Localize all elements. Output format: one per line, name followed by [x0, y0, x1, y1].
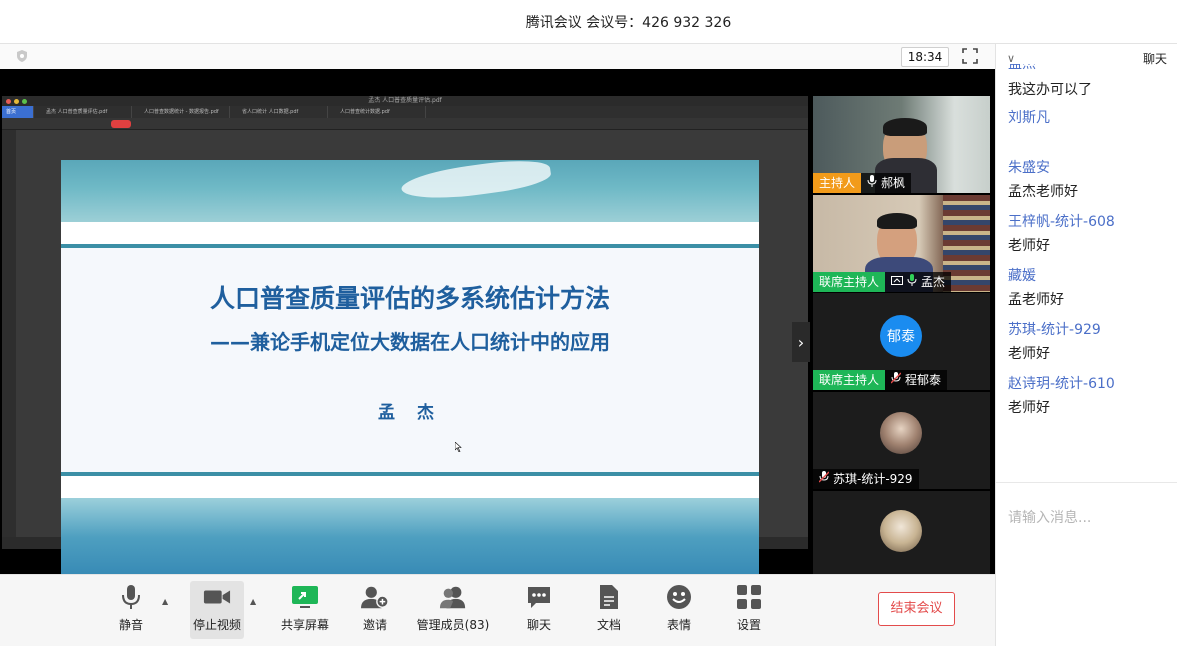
chat-sender: 刘斯凡	[1008, 110, 1050, 126]
window-title: 腾讯会议 会议号：426 932 326	[525, 14, 732, 31]
window-controls	[6, 99, 27, 104]
chat-message-list[interactable]: 孟杰 我这办可以了 刘斯凡 朱盛安 孟杰老师好 王梓帆-统计-608 老师好 藏…	[1008, 64, 1174, 418]
meeting-toolbar: 静音 ▲ 停止视频 ▲ 共享屏幕 邀请 管理成员(83) 聊天 文档 表情 设置…	[0, 574, 995, 646]
documents-button[interactable]: 文档	[569, 583, 649, 633]
screen-share-icon	[891, 272, 904, 292]
end-meeting-button[interactable]: 结束会议	[878, 592, 955, 626]
mute-button[interactable]: 静音	[91, 583, 171, 633]
host-badge: 主持人	[813, 173, 862, 193]
chat-message: 老师好	[1008, 400, 1050, 416]
meeting-topbar: 18:34	[0, 44, 995, 69]
mouse-cursor-icon	[454, 437, 463, 453]
presentation-slide: 人口普查质量评估的多系统估计方法 ——兼论手机定位大数据在人口统计中的应用 孟 …	[61, 160, 759, 596]
pdf-tab: 首页	[2, 106, 34, 118]
chat-message: 我这办可以了	[1008, 82, 1092, 98]
cohost-badge: 联席主持人	[813, 370, 886, 390]
chat-message: 老师好	[1008, 346, 1050, 362]
pdf-tab: 孟杰 人口普查质量评估.pdf	[34, 106, 132, 118]
share-screen-button[interactable]: 共享屏幕	[265, 583, 345, 633]
invite-button[interactable]: 邀请	[335, 583, 415, 633]
pdf-tab: 人口普查数据统计 - 数据报告.pdf	[132, 106, 230, 118]
documents-label: 文档	[596, 618, 621, 632]
chat-sender: 赵诗玥-统计-610	[1008, 376, 1115, 392]
participant-tile[interactable]: 苏琪-统计-929	[813, 392, 990, 489]
participant-name: 程郁泰	[905, 373, 942, 387]
document-icon	[595, 583, 623, 611]
emoji-icon	[665, 583, 693, 611]
avatar	[880, 412, 922, 454]
add-user-icon	[361, 583, 389, 611]
chat-panel: ∨ 聊天 孟杰 我这办可以了 刘斯凡 朱盛安 孟杰老师好 王梓帆-统计-608 …	[995, 44, 1177, 646]
fullscreen-icon[interactable]	[962, 48, 978, 64]
chat-message: 孟杰老师好	[1008, 184, 1078, 200]
participant-tile[interactable]: 联席主持人 孟杰	[813, 195, 990, 292]
pdf-toolbar	[2, 118, 808, 130]
slide-subtitle: ——兼论手机定位大数据在人口统计中的应用	[210, 330, 610, 354]
chat-message: 孟老师好	[1008, 292, 1064, 308]
chat-message: 老师好	[1008, 238, 1050, 254]
chat-sender: 孟杰	[1008, 64, 1036, 72]
chevron-up-icon[interactable]: ▲	[250, 597, 256, 606]
shared-screen: 孟杰 人口普查质量评估.pdf 首页 孟杰 人口普查质量评估.pdf 人口普查数…	[0, 69, 810, 596]
chat-label: 聊天	[526, 618, 551, 632]
camera-icon	[203, 583, 231, 611]
pdf-tab: 人口普查统计数据.pdf	[328, 106, 426, 118]
cohost-badge: 联席主持人	[813, 272, 886, 292]
mic-muted-icon	[890, 370, 902, 390]
participant-name: 郝枫	[881, 176, 906, 190]
avatar	[880, 510, 922, 552]
participant-name: 孟杰	[921, 275, 946, 289]
mute-label: 静音	[118, 618, 143, 632]
participant-tile[interactable]	[813, 491, 990, 574]
reactions-button[interactable]: 表情	[639, 583, 719, 633]
pdf-tab-bar: 首页 孟杰 人口普查质量评估.pdf 人口普查数据统计 - 数据报告.pdf 省…	[2, 106, 808, 118]
settings-button[interactable]: 设置	[709, 583, 789, 633]
manage-members-label: 管理成员(83)	[416, 618, 490, 632]
chat-sender: 朱盛安	[1008, 160, 1050, 176]
chat-icon	[525, 583, 553, 611]
manage-members-button[interactable]: 管理成员(83)	[413, 583, 493, 633]
shield-icon[interactable]	[14, 48, 30, 64]
slide-title: 人口普查质量评估的多系统估计方法	[209, 284, 610, 313]
chat-input[interactable]: 请输入消息...	[996, 482, 1177, 646]
mic-muted-icon	[818, 469, 830, 489]
settings-icon	[735, 583, 763, 611]
avatar: 郁泰	[880, 315, 922, 357]
chat-button[interactable]: 聊天	[499, 583, 579, 633]
chat-input-placeholder: 请输入消息...	[1008, 510, 1092, 526]
invite-label: 邀请	[362, 618, 387, 632]
share-screen-icon	[291, 583, 319, 611]
participant-tile[interactable]: 郁泰 联席主持人 程郁泰	[813, 293, 990, 390]
mic-icon	[117, 583, 145, 611]
window-titlebar: 腾讯会议 会议号：426 932 326	[0, 0, 1177, 44]
pdf-tab: 省人口统计 人口数据.pdf	[230, 106, 328, 118]
chat-sender: 苏琪-统计-929	[1008, 322, 1101, 338]
share-screen-label: 共享屏幕	[280, 618, 329, 632]
chat-sender: 王梓帆-统计-608	[1008, 214, 1115, 230]
stop-video-button[interactable]: 停止视频	[190, 581, 244, 639]
meeting-view: 18:34 孟杰 人口普查质量评估.pdf 首页 孟杰 人口普查质量评估.pdf…	[0, 44, 995, 596]
next-page-icon[interactable]: ›	[792, 322, 810, 362]
chevron-up-icon[interactable]: ▲	[162, 597, 168, 606]
members-icon	[439, 583, 467, 611]
slide-author: 孟 杰	[378, 403, 442, 423]
reactions-label: 表情	[666, 618, 691, 632]
mic-icon	[867, 173, 877, 193]
settings-label: 设置	[736, 618, 761, 632]
pdf-window-title: 孟杰 人口普查质量评估.pdf	[2, 96, 808, 106]
chat-sender: 藏媛	[1008, 268, 1036, 284]
mic-icon	[907, 272, 917, 292]
participant-tile[interactable]: 主持人 郝枫	[813, 96, 990, 193]
participant-name: 苏琪-统计-929	[833, 472, 913, 486]
meeting-timer: 18:34	[901, 47, 949, 67]
stop-video-label: 停止视频	[192, 618, 241, 632]
participant-gallery: 主持人 郝枫 联席主持人 孟杰 郁泰 联席主持人 程郁泰 苏琪-统计-929	[813, 69, 995, 574]
pdf-sidebar	[2, 130, 16, 537]
